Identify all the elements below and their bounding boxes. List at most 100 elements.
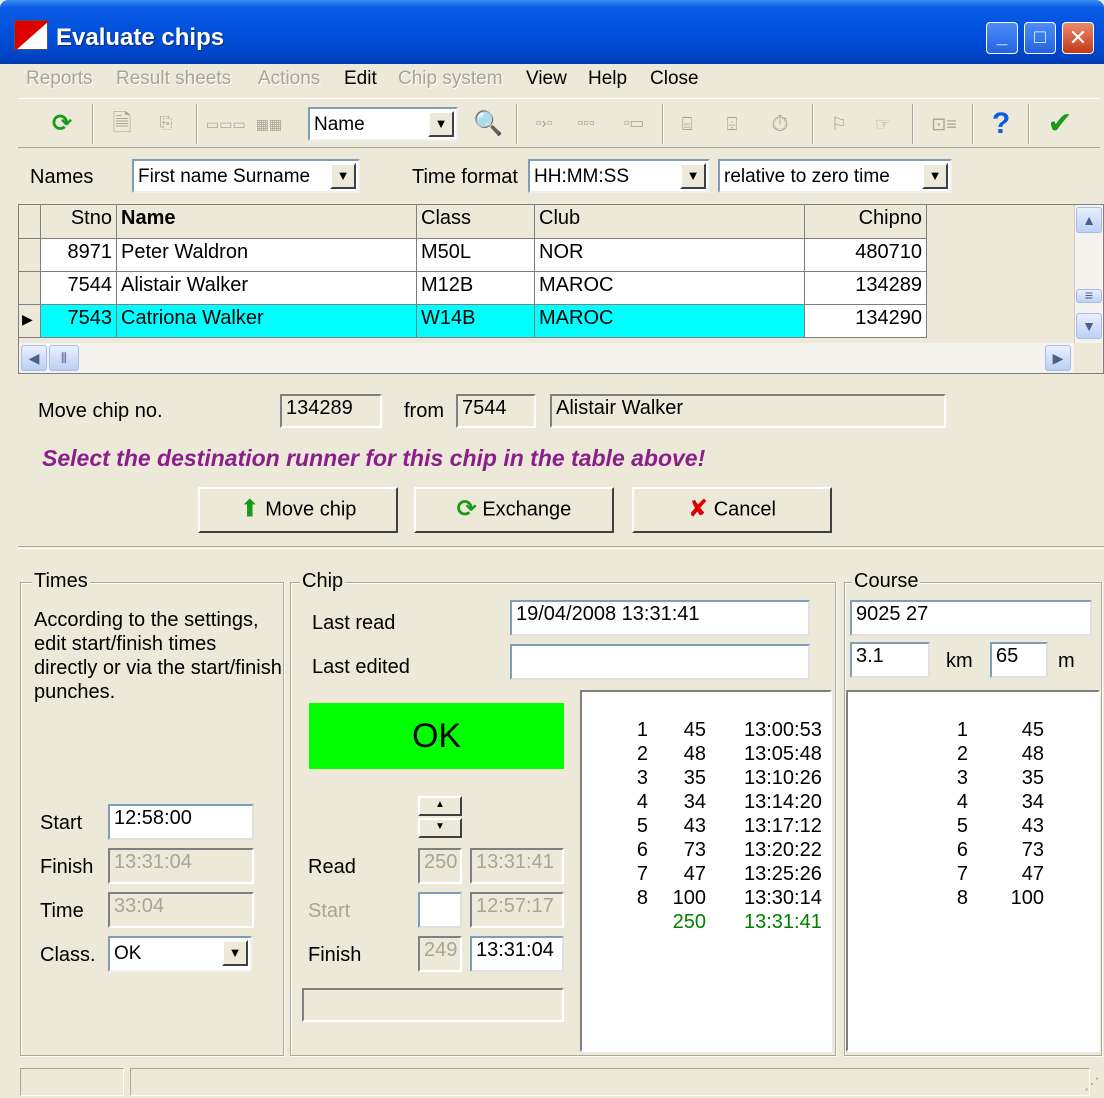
menu-reports[interactable]: Reports (26, 68, 93, 90)
chevron-down-icon[interactable]: ▼ (222, 940, 248, 966)
stopwatch-icon[interactable]: ⏱ (760, 108, 800, 140)
scroll-left-icon[interactable]: ◀ (21, 345, 47, 371)
move-punch-down-button[interactable]: ▼ (418, 818, 462, 838)
sort-select[interactable]: Name ▼ (308, 107, 458, 141)
row-indicator[interactable] (19, 272, 41, 305)
cell-class[interactable]: M12B (417, 272, 535, 305)
cell-stno[interactable]: 7543 (41, 305, 117, 338)
times-description: According to the settings, edit start/fi… (34, 609, 282, 703)
column-header-stno[interactable]: Stno (41, 205, 117, 239)
column-header-name[interactable]: Name (117, 205, 417, 239)
list-icon[interactable]: ⊡≡ (924, 108, 964, 140)
delete-control-icon[interactable]: ▫▭ (614, 108, 654, 140)
cell-name[interactable]: Alistair Walker (117, 272, 417, 305)
chevron-down-icon[interactable]: ▼ (922, 163, 948, 189)
move-control-icon[interactable]: ▫›▫ (526, 108, 562, 140)
scroll-up-icon[interactable]: ▲ (1076, 207, 1102, 233)
menu-result-sheets[interactable]: Result sheets (116, 68, 231, 90)
table-vertical-scrollbar[interactable]: ▲ ≡ ▼ (1074, 205, 1103, 343)
punch-number: 8 (636, 887, 648, 909)
insert-control-icon[interactable]: ▫▫▫ (566, 108, 606, 140)
punch-code: 43 (683, 815, 706, 837)
cell-class[interactable]: M50L (417, 239, 535, 272)
close-window-button[interactable]: ✕ (1062, 22, 1094, 54)
search-icon[interactable]: 🔍 (468, 108, 508, 140)
hand-icon[interactable]: ☞ (866, 108, 900, 140)
punch-number: 6 (636, 839, 648, 861)
maximize-button[interactable]: □ (1024, 22, 1056, 54)
split-icon[interactable]: ⌸ (672, 108, 702, 140)
start-time-input[interactable]: 12:58:00 (108, 804, 254, 840)
minimize-button[interactable]: _ (986, 22, 1018, 54)
move-chip-button[interactable]: ⬆ Move chip (198, 487, 398, 533)
scroll-thumb[interactable]: ⦀ (49, 345, 79, 371)
punches-list[interactable]: 1 2 3 4 5 6 7 8 45 48 35 34 43 73 47 100… (580, 690, 832, 1052)
chip-start-code-field[interactable] (418, 892, 462, 928)
chevron-down-icon[interactable]: ▼ (680, 163, 706, 189)
current-row-indicator-icon[interactable]: ▶ (19, 305, 41, 338)
resize-grip-icon[interactable]: ⋰ (1084, 1074, 1100, 1094)
cell-stno[interactable]: 7544 (41, 272, 117, 305)
chevron-down-icon[interactable]: ▼ (428, 111, 454, 137)
cell-class[interactable]: W14B (417, 305, 535, 338)
course-climb-field[interactable]: 65 (990, 642, 1048, 678)
branch-icon[interactable]: ⌹ (712, 108, 752, 140)
columns-icon[interactable]: ▭▭▭ (206, 108, 246, 140)
m-unit-label: m (1058, 650, 1075, 672)
grid-columns-icon[interactable]: ▦▦ (246, 108, 292, 140)
row-indicator[interactable] (19, 239, 41, 272)
chevron-down-icon[interactable]: ▼ (330, 163, 356, 189)
exchange-button[interactable]: ⟳ Exchange (414, 487, 614, 533)
cell-club[interactable]: MAROC (535, 272, 805, 305)
column-header-club[interactable]: Club (535, 205, 805, 239)
edit-document-icon[interactable]: ⎘ (146, 108, 186, 140)
cell-chipno[interactable]: 134290 (805, 305, 927, 338)
help-icon[interactable]: ? (984, 108, 1018, 140)
exchange-icon: ⟳ (456, 495, 477, 523)
menu-actions[interactable]: Actions (258, 68, 320, 90)
menu-chip-system[interactable]: Chip system (398, 68, 503, 90)
menu-edit[interactable]: Edit (344, 68, 377, 90)
flag-icon[interactable]: ⚐ (822, 108, 856, 140)
course-name-field[interactable]: 9025 27 (850, 600, 1092, 636)
control-code: 35 (1021, 767, 1044, 789)
scroll-down-icon[interactable]: ▼ (1076, 313, 1102, 339)
cancel-button[interactable]: ✘ Cancel (632, 487, 832, 533)
punch-time: 13:05:48 (744, 743, 822, 765)
cell-chipno[interactable]: 480710 (805, 239, 927, 272)
chip-finish-time-input[interactable]: 13:31:04 (470, 936, 564, 972)
menu-view[interactable]: View (526, 68, 567, 90)
column-header-chipno[interactable]: Chipno (805, 205, 927, 239)
cell-stno[interactable]: 8971 (41, 239, 117, 272)
names-select[interactable]: First name Surname ▼ (132, 159, 360, 193)
menu-close[interactable]: Close (650, 68, 699, 90)
classification-select[interactable]: OK ▼ (108, 936, 252, 972)
scroll-thumb[interactable]: ≡ (1076, 288, 1102, 303)
names-select-value: First name Surname (138, 166, 311, 187)
cell-club[interactable]: MAROC (535, 305, 805, 338)
time-format-select[interactable]: HH:MM:SS ▼ (528, 159, 710, 193)
document-icon[interactable]: 🗎 (106, 108, 138, 140)
time-relative-select[interactable]: relative to zero time ▼ (718, 159, 952, 193)
punch-code: 48 (683, 743, 706, 765)
punch-code: 35 (683, 767, 706, 789)
checkmark-icon[interactable]: ✔ (1040, 108, 1080, 140)
punch-number: 3 (636, 767, 648, 789)
column-header-class[interactable]: Class (417, 205, 535, 239)
classification-value: OK (114, 943, 142, 964)
cell-name[interactable]: Catriona Walker (117, 305, 417, 338)
cell-club[interactable]: NOR (535, 239, 805, 272)
scroll-right-icon[interactable]: ▶ (1045, 345, 1071, 371)
course-length-km-field[interactable]: 3.1 (850, 642, 930, 678)
control-code: 100 (1010, 887, 1044, 909)
table-horizontal-scrollbar[interactable]: ◀ ⦀ ▶ (19, 343, 1074, 373)
cell-name[interactable]: Peter Waldron (117, 239, 417, 272)
menu-help[interactable]: Help (588, 68, 627, 90)
app-icon (14, 20, 49, 51)
refresh-icon[interactable]: ⟳ (44, 108, 80, 140)
chip-status-badge: OK (309, 703, 564, 769)
move-punch-up-button[interactable]: ▲ (418, 796, 462, 816)
cell-chipno[interactable]: 134289 (805, 272, 927, 305)
course-controls-list[interactable]: 1 2 3 4 5 6 7 8 45 48 35 34 43 73 47 100 (846, 690, 1100, 1052)
control-code: 34 (1021, 791, 1044, 813)
